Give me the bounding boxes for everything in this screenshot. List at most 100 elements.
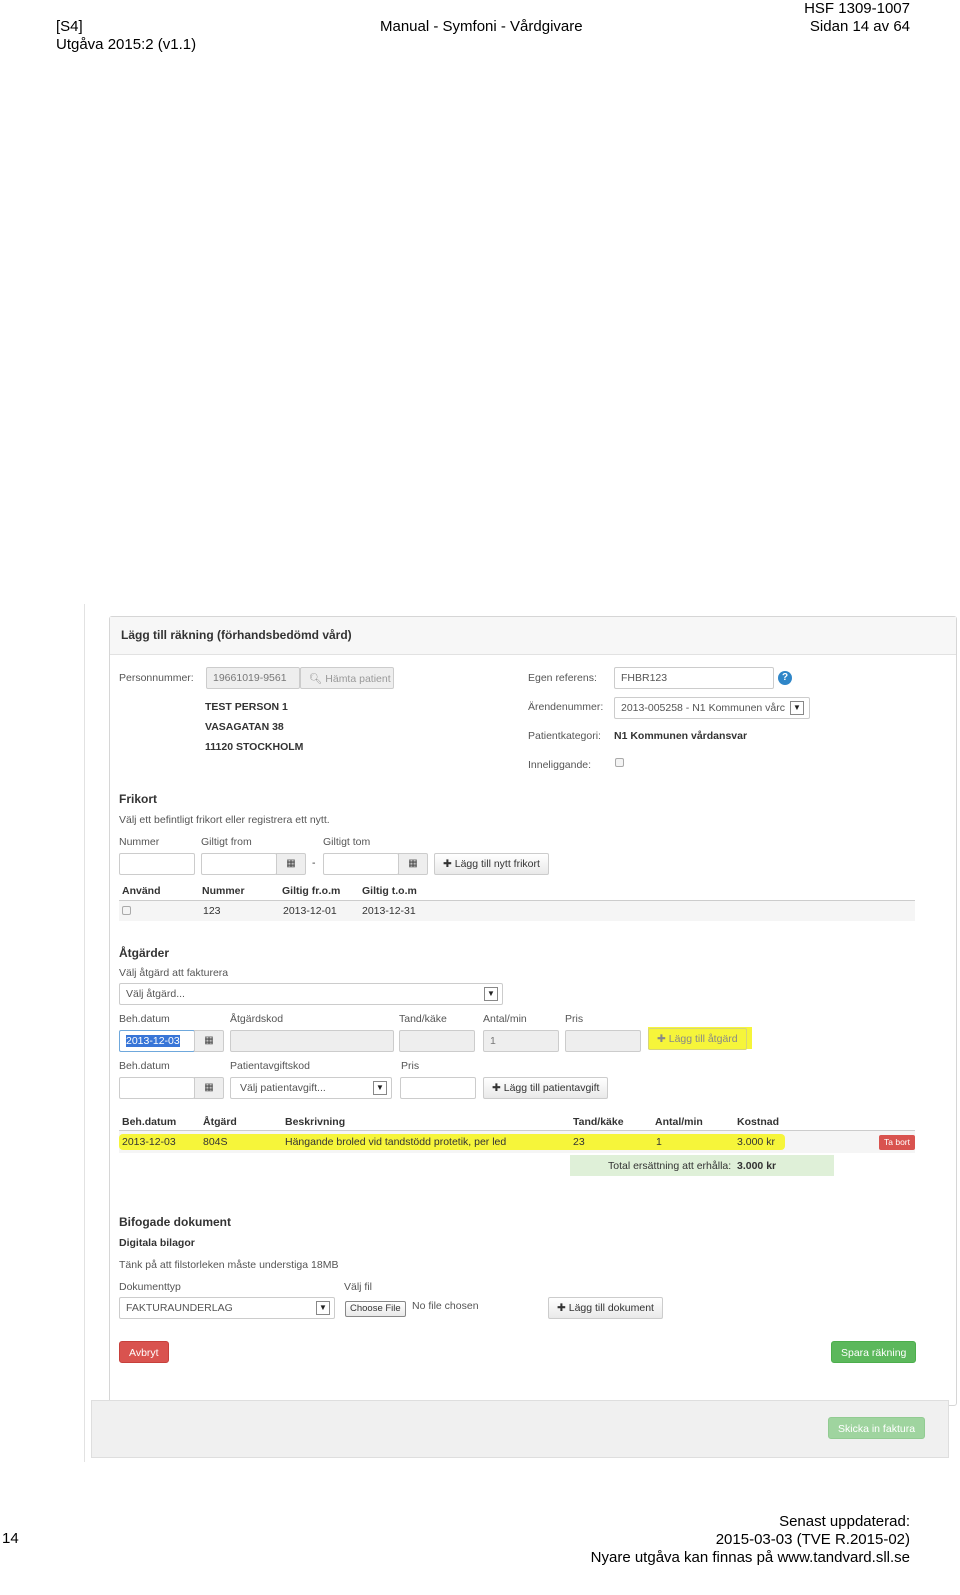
doc-edition: Utgåva 2015:2 (v1.1) — [56, 36, 197, 53]
frikort-from-input[interactable] — [201, 853, 277, 875]
no-file-text: No file chosen — [412, 1300, 479, 1312]
fetch-patient-button[interactable]: 🔍︎ Hämta patient — [300, 667, 394, 689]
table-row: 2013-12-03 804S Hängande broled vid tand… — [119, 1131, 915, 1153]
frikort-col-anvand: Använd — [122, 885, 161, 897]
save-invoice-button[interactable]: Spara räkning — [831, 1341, 917, 1363]
frikort-row-nummer: 123 — [203, 905, 221, 917]
atgarder-hint: Välj åtgärd att fakturera — [119, 967, 229, 979]
beh-datum-input[interactable]: 2013-12-03 — [119, 1030, 195, 1052]
atgard-col-antal: Antal/min — [655, 1116, 703, 1128]
antal-input[interactable]: 1 — [483, 1030, 559, 1052]
atgarder-heading: Åtgärder — [119, 946, 170, 960]
calendar-icon[interactable]: ▦ — [194, 1077, 224, 1099]
add-atgard-button[interactable]: ✚ Lägg till åtgärd — [648, 1028, 747, 1050]
chevron-down-icon[interactable]: ▼ — [316, 1301, 330, 1315]
frikort-row-from: 2013-12-01 — [283, 905, 337, 917]
frikort-nummer-input[interactable] — [119, 853, 195, 875]
calendar-icon[interactable]: ▦ — [194, 1030, 224, 1052]
plus-icon: ✚ — [492, 1082, 501, 1094]
patientkategori-value: N1 Kommunen vårdansvar — [614, 730, 748, 742]
invoice-form-panel: Lägg till räkning (förhandsbedömd vård) … — [109, 616, 957, 1406]
frikort-tom-label: Giltigt tom — [323, 836, 371, 848]
atgard-col-atgard: Åtgärd — [203, 1116, 237, 1128]
cancel-button[interactable]: Avbryt — [119, 1341, 169, 1363]
bilagor-hint: Tänk på att filstorleken måste understig… — [119, 1259, 339, 1271]
total-label: Total ersättning att erhålla: — [608, 1160, 732, 1172]
atgard-row-antal: 1 — [656, 1136, 662, 1148]
frikort-heading: Frikort — [119, 792, 158, 806]
avgiftskod-label: Patientavgiftskod — [230, 1060, 310, 1072]
arendenummer-select[interactable]: 2013-005258 - N1 Kommunen vårc — [614, 697, 810, 719]
plus-icon: ✚ — [443, 858, 452, 870]
patientavgift-select[interactable]: Välj patientavgift... — [230, 1077, 392, 1099]
atgard-col-datum: Beh.datum — [122, 1116, 177, 1128]
atgard-row-kostnad: 3.000 kr — [737, 1136, 775, 1148]
patient-city: 11120 STOCKHOLM — [205, 741, 304, 753]
inneliggande-label: Inneliggande: — [528, 759, 592, 771]
frikort-tom-input[interactable] — [323, 853, 399, 875]
arendenummer-label: Ärendenummer: — [528, 701, 604, 713]
tand-label: Tand/käke — [399, 1013, 447, 1025]
doc-title: Manual - Symfoni - Vårdgivare — [380, 18, 583, 35]
embedded-screenshot: Lägg till räkning (förhandsbedömd vård) … — [84, 604, 960, 1462]
atgardskod-label: Åtgärdskod — [230, 1013, 284, 1025]
choose-file-button[interactable]: Choose File — [345, 1301, 406, 1317]
atgard-row-datum: 2013-12-03 — [122, 1136, 176, 1148]
bilagor-heading: Bifogade dokument — [119, 1215, 232, 1229]
atgard-row-kod: 804S — [203, 1136, 228, 1148]
bilagor-subheading: Digitala bilagor — [119, 1237, 195, 1249]
updated-value: 2015-03-03 (TVE R.2015-02) — [715, 1531, 910, 1548]
frikort-from-label: Giltigt from — [201, 836, 252, 848]
frikort-row-tom: 2013-12-31 — [362, 905, 416, 917]
beh-datum2-input[interactable] — [119, 1077, 195, 1099]
use-frikort-checkbox[interactable] — [122, 906, 131, 915]
patient-name: TEST PERSON 1 — [205, 701, 288, 713]
pris2-label: Pris — [401, 1060, 420, 1072]
file-label: Välj fil — [344, 1281, 373, 1293]
atgard-col-tand: Tand/käke — [573, 1116, 624, 1128]
atgard-row-tand: 23 — [573, 1136, 585, 1148]
total-value: 3.000 kr — [737, 1160, 777, 1172]
frikort-col-from: Giltig fr.o.m — [282, 885, 341, 897]
chevron-down-icon[interactable]: ▼ — [484, 987, 498, 1001]
inneliggande-checkbox[interactable] — [615, 758, 624, 767]
egen-referens-input[interactable]: FHBR123 — [614, 667, 774, 689]
atgardskod-input[interactable] — [230, 1030, 394, 1052]
form-footer: Skicka in faktura — [91, 1400, 949, 1458]
search-icon: 🔍︎ — [309, 673, 323, 685]
personnummer-input[interactable]: 19661019-9561 — [206, 667, 300, 689]
remove-row-button[interactable]: Ta bort — [879, 1135, 915, 1150]
pris-input[interactable] — [565, 1030, 641, 1052]
table-row: 123 2013-12-01 2013-12-31 — [119, 901, 915, 921]
patient-street: VASAGATAN 38 — [205, 721, 284, 733]
frikort-hint: Välj ett befintligt frikort eller regist… — [119, 814, 330, 826]
help-icon[interactable]: ? — [778, 671, 792, 685]
updated-label: Senast uppdaterad: — [779, 1513, 910, 1530]
tand-input[interactable] — [399, 1030, 475, 1052]
add-document-button[interactable]: ✚ Lägg till dokument — [548, 1297, 663, 1319]
frikort-col-tom: Giltig t.o.m — [362, 885, 417, 897]
personnummer-label: Personnummer: — [119, 672, 194, 684]
send-invoice-button[interactable]: Skicka in faktura — [828, 1417, 926, 1439]
doc-code: [S4] — [56, 18, 83, 35]
chevron-down-icon[interactable]: ▼ — [373, 1081, 387, 1095]
page-number: 14 — [2, 1530, 19, 1547]
calendar-icon[interactable]: ▦ — [398, 853, 428, 875]
form-title: Lägg till räkning (förhandsbedömd vård) — [110, 617, 956, 655]
atgard-select[interactable]: Välj åtgärd... — [119, 983, 503, 1005]
frikort-col-nummer: Nummer — [202, 885, 245, 897]
add-patientavgift-button[interactable]: ✚ Lägg till patientavgift — [483, 1077, 609, 1099]
doctype-select[interactable]: FAKTURAUNDERLAG — [119, 1297, 335, 1319]
doctype-label: Dokumenttyp — [119, 1281, 181, 1293]
atgard-col-beskrivning: Beskrivning — [285, 1116, 346, 1128]
atgard-row-beskrivning: Hängande broled vid tandstödd protetik, … — [285, 1136, 507, 1148]
patientkategori-label: Patientkategori: — [528, 730, 601, 742]
beh-datum-label: Beh.datum — [119, 1013, 170, 1025]
calendar-icon[interactable]: ▦ — [276, 853, 306, 875]
newer-edition-note: Nyare utgåva kan finnas på www.tandvard.… — [590, 1549, 910, 1566]
doc-id: HSF 1309-1007 — [804, 0, 910, 17]
chevron-down-icon[interactable]: ▼ — [790, 701, 804, 715]
add-frikort-button[interactable]: ✚ Lägg till nytt frikort — [434, 853, 549, 875]
total-box: Total ersättning att erhålla: 3.000 kr — [570, 1155, 834, 1176]
pris2-input[interactable] — [400, 1077, 476, 1099]
